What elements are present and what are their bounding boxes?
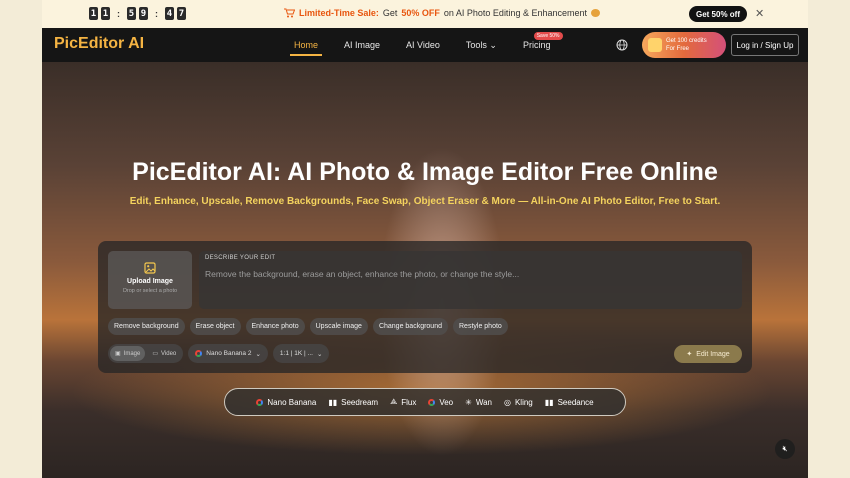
globe-icon[interactable] <box>616 39 628 51</box>
timer-digit: 4 <box>165 7 174 20</box>
chip-change-background[interactable]: Change background <box>372 318 448 335</box>
site-header: PicEditor AI Home AI Image AI Video Tool… <box>42 28 808 62</box>
bars-icon: ▮▮ <box>328 397 338 407</box>
timer-colon: : <box>155 8 158 19</box>
model-label: Flux <box>401 397 417 407</box>
promo-get: Get <box>382 8 398 18</box>
main-nav: Home AI Image AI Video Tools ⌄ Pricing S… <box>289 28 577 62</box>
credits-text: Get 100 credits For Free <box>666 37 707 53</box>
quick-prompt-chips: Remove background Erase object Enhance p… <box>108 318 508 335</box>
model-label: Seedream <box>341 397 379 407</box>
model-select[interactable]: Nano Banana 2 ⌄ <box>188 344 268 363</box>
edit-image-button[interactable]: ✦ Edit Image <box>674 345 742 363</box>
model-nano-banana[interactable]: Nano Banana <box>256 398 316 407</box>
model-label: Veo <box>439 397 454 407</box>
chip-erase-object[interactable]: Erase object <box>189 318 241 335</box>
image-upload-icon <box>144 262 156 274</box>
nav-pricing-label: Pricing <box>522 40 551 50</box>
promo-headline: Limited-Time Sale: <box>299 8 379 18</box>
kling-icon: ◎ <box>503 397 511 407</box>
title-brand: PicEditor AI <box>132 158 273 186</box>
describe-label: DESCRIBE YOUR EDIT <box>205 255 276 261</box>
promo-message: Limited-Time Sale: Get 50% OFF on AI Pho… <box>284 8 600 18</box>
wan-icon: ✳ <box>465 397 472 407</box>
app-frame: 1 1 : 5 9 : 4 7 Limited-Time Sale: Get 5… <box>42 0 808 478</box>
nav-home[interactable]: Home <box>289 28 323 62</box>
mode-image-tab[interactable]: ▣ Image <box>110 346 146 361</box>
mode-video-label: Video <box>161 350 177 357</box>
edit-image-label: Edit Image <box>696 350 730 358</box>
chip-upscale-image[interactable]: Upscale image <box>309 318 368 335</box>
hero-section: PicEditor AI: AI Photo & Image Editor Fr… <box>42 62 808 478</box>
sparkle-icon: ✦ <box>686 351 693 358</box>
model-seedream[interactable]: ▮▮ Seedream <box>328 398 378 407</box>
mode-toggle: ▣ Image ▭ Video <box>108 344 184 363</box>
timer-colon: : <box>117 8 120 19</box>
chip-remove-background[interactable]: Remove background <box>108 318 185 335</box>
chevron-down-icon: ⌄ <box>316 350 323 358</box>
chevron-down-icon: ⌄ <box>255 350 261 358</box>
model-wan[interactable]: ✳ Wan <box>465 398 492 407</box>
close-icon[interactable]: ✕ <box>755 7 764 20</box>
timer-digit: 9 <box>139 7 148 20</box>
google-icon <box>195 350 203 357</box>
model-strip: Nano Banana ▮▮ Seedream ⟁ Flux Veo ✳ Wan ◎ K… <box>224 388 626 416</box>
model-label: Wan <box>475 397 492 407</box>
login-button[interactable]: Log in / Sign Up <box>731 34 799 56</box>
upload-image-dropzone[interactable]: Upload Image Drop or select a photo <box>108 251 192 309</box>
ratio-select-value: 1:1 | 1K | ... <box>279 350 313 357</box>
model-flux[interactable]: ⟁ Flux <box>390 397 416 407</box>
google-icon <box>256 398 264 406</box>
promo-discount: 50% OFF <box>401 8 440 18</box>
bars-icon: ▮▮ <box>544 397 554 407</box>
editor-controls: ▣ Image ▭ Video Nano Banana 2 ⌄ 1:1 | 1K |… <box>108 344 330 363</box>
model-label: Nano Banana <box>267 397 317 407</box>
palette-icon <box>591 9 600 17</box>
nav-pricing[interactable]: Pricing Save 50% <box>522 28 563 62</box>
free-credits-button[interactable]: Get 100 credits For Free <box>642 32 726 58</box>
credits-line-1: Get 100 credits <box>666 38 707 44</box>
countdown-timer: 1 1 : 5 9 : 4 7 <box>89 7 186 20</box>
model-veo[interactable]: Veo <box>428 398 453 407</box>
credits-line-2: For Free <box>666 46 690 52</box>
hero-subtitle: Edit, Enhance, Upscale, Remove Backgroun… <box>129 196 721 207</box>
model-select-value: Nano Banana 2 <box>206 350 252 357</box>
nav-ai-image[interactable]: AI Image <box>344 28 380 62</box>
timer-digit: 7 <box>177 7 186 20</box>
upload-title: Upload Image <box>127 278 173 285</box>
mode-video-tab[interactable]: ▭ Video <box>147 346 181 361</box>
chip-enhance-photo[interactable]: Enhance photo <box>245 318 305 335</box>
cart-icon <box>284 8 295 18</box>
editor-card: Upload Image Drop or select a photo DESC… <box>98 241 752 373</box>
timer-digit: 5 <box>127 7 136 20</box>
image-icon: ▣ <box>115 351 121 357</box>
gift-icon <box>648 38 662 52</box>
title-rest: : AI Photo & Image Editor Free Online <box>272 158 718 186</box>
model-label: Seedance <box>557 397 594 407</box>
upload-hint: Drop or select a photo <box>122 288 178 294</box>
page-title: PicEditor AI: AI Photo & Image Editor Fr… <box>42 158 808 187</box>
model-label: Kling <box>514 397 533 407</box>
video-icon: ▭ <box>152 351 159 357</box>
ratio-select[interactable]: 1:1 | 1K | ... ⌄ <box>272 344 330 363</box>
describe-input[interactable]: Remove the background, erase an object, … <box>205 269 519 279</box>
promo-bar: 1 1 : 5 9 : 4 7 Limited-Time Sale: Get 5… <box>42 0 808 28</box>
nav-ai-video[interactable]: AI Video <box>406 28 440 62</box>
promo-detail: on AI Photo Editing & Enhancement <box>443 8 587 18</box>
chip-restyle-photo[interactable]: Restyle photo <box>453 318 508 335</box>
timer-digit: 1 <box>89 7 98 20</box>
describe-edit-field[interactable]: DESCRIBE YOUR EDIT Remove the background… <box>199 251 742 309</box>
get-discount-button[interactable]: Get 50% off <box>689 6 747 22</box>
mute-icon[interactable]: 🔇︎ <box>775 439 795 459</box>
nav-tools[interactable]: Tools ⌄ <box>466 28 497 62</box>
pricing-badge: Save 50% <box>533 32 563 40</box>
triangle-icon: ⟁ <box>390 397 398 406</box>
timer-digit: 1 <box>101 7 110 20</box>
model-seedance[interactable]: ▮▮ Seedance <box>545 398 594 407</box>
site-logo[interactable]: PicEditor AI <box>54 35 144 53</box>
model-kling[interactable]: ◎ Kling <box>504 398 533 407</box>
mode-image-label: Image <box>123 350 141 357</box>
google-icon <box>428 398 436 406</box>
